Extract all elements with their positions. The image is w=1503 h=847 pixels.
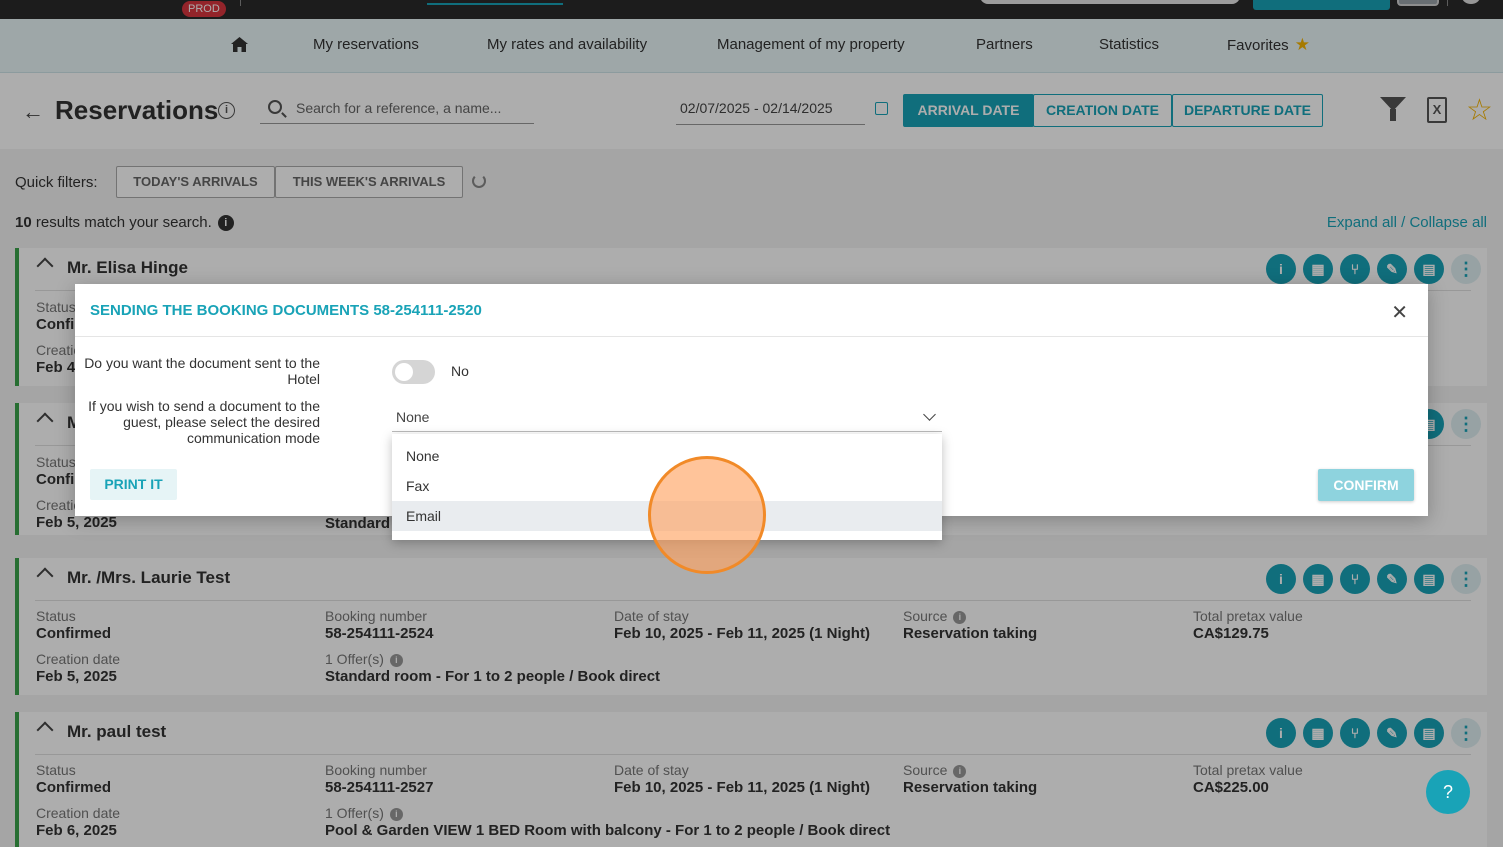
dialog-title: SENDING THE BOOKING DOCUMENTS 58-254111-… xyxy=(90,302,482,319)
hotel-question-label: Do you want the document sent to the Hot… xyxy=(84,355,320,387)
send-to-hotel-toggle[interactable] xyxy=(392,360,435,384)
communication-mode-select[interactable]: None xyxy=(392,406,942,432)
print-button[interactable]: PRINT IT xyxy=(90,469,177,500)
close-icon[interactable]: ✕ xyxy=(1391,300,1408,325)
help-button[interactable]: ? xyxy=(1426,770,1470,814)
confirm-button[interactable]: CONFIRM xyxy=(1318,469,1414,501)
selected-value: None xyxy=(396,409,430,425)
click-indicator xyxy=(648,456,766,574)
dialog-header: SENDING THE BOOKING DOCUMENTS 58-254111-… xyxy=(75,284,1428,337)
guest-question-label: If you wish to send a document to the gu… xyxy=(88,398,320,446)
option-none[interactable]: None xyxy=(392,441,942,471)
chevron-down-icon xyxy=(923,408,936,421)
toggle-value: No xyxy=(451,363,469,379)
